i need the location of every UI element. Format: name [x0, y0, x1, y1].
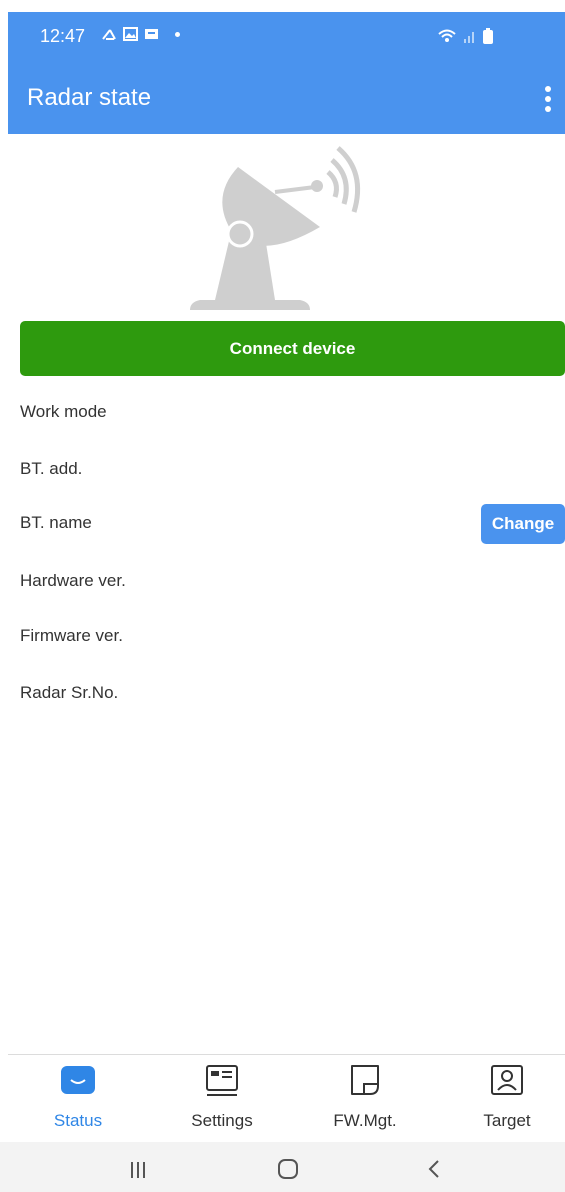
tab-status[interactable]: Status — [18, 1060, 138, 1131]
tab-fw-mgt-label: FW.Mgt. — [333, 1111, 397, 1130]
radar-dish-icon — [190, 146, 361, 310]
change-bt-name-button[interactable]: Change — [481, 504, 565, 544]
back-icon[interactable] — [414, 1154, 454, 1184]
home-icon[interactable] — [268, 1154, 308, 1184]
fw-mgt-icon — [351, 1065, 379, 1095]
tab-settings[interactable]: Settings — [162, 1060, 282, 1131]
bottom-divider — [8, 1054, 565, 1055]
hardware-version-label: Hardware ver. — [20, 571, 126, 590]
recents-icon[interactable] — [118, 1154, 158, 1184]
firmware-version-label: Firmware ver. — [20, 626, 123, 645]
tab-settings-label: Settings — [191, 1111, 253, 1130]
notification-dot — [175, 31, 180, 37]
connect-device-button[interactable]: Connect device — [20, 321, 565, 376]
tab-target[interactable]: Target — [447, 1060, 565, 1131]
settings-icon — [206, 1065, 238, 1096]
status-left-icons — [102, 27, 180, 41]
signal-icon — [464, 32, 474, 43]
more-vert-icon[interactable] — [543, 86, 553, 114]
notification-icon — [145, 29, 158, 39]
battery-icon — [483, 28, 493, 44]
work-mode-label: Work mode — [20, 402, 107, 421]
gallery-icon — [123, 27, 138, 41]
status-right-icons — [437, 28, 493, 44]
page-title: Radar state — [27, 84, 152, 111]
radar-serial-label: Radar Sr.No. — [20, 683, 119, 702]
status-bar: 12:47 — [8, 12, 565, 62]
tab-target-label: Target — [483, 1111, 531, 1130]
bt-name-label: BT. name — [20, 513, 92, 532]
tab-fw-mgt[interactable]: FW.Mgt. — [305, 1060, 425, 1131]
tab-status-label: Status — [53, 1111, 103, 1130]
system-nav-bar — [0, 1142, 565, 1192]
status-time: 12:47 — [40, 26, 86, 46]
status-icon — [61, 1066, 95, 1094]
app-bar: Radar state — [8, 62, 565, 134]
bt-add-label: BT. add. — [20, 459, 83, 478]
phone-missed-icon — [102, 29, 116, 40]
wifi-icon — [438, 29, 456, 42]
target-icon — [491, 1065, 523, 1095]
